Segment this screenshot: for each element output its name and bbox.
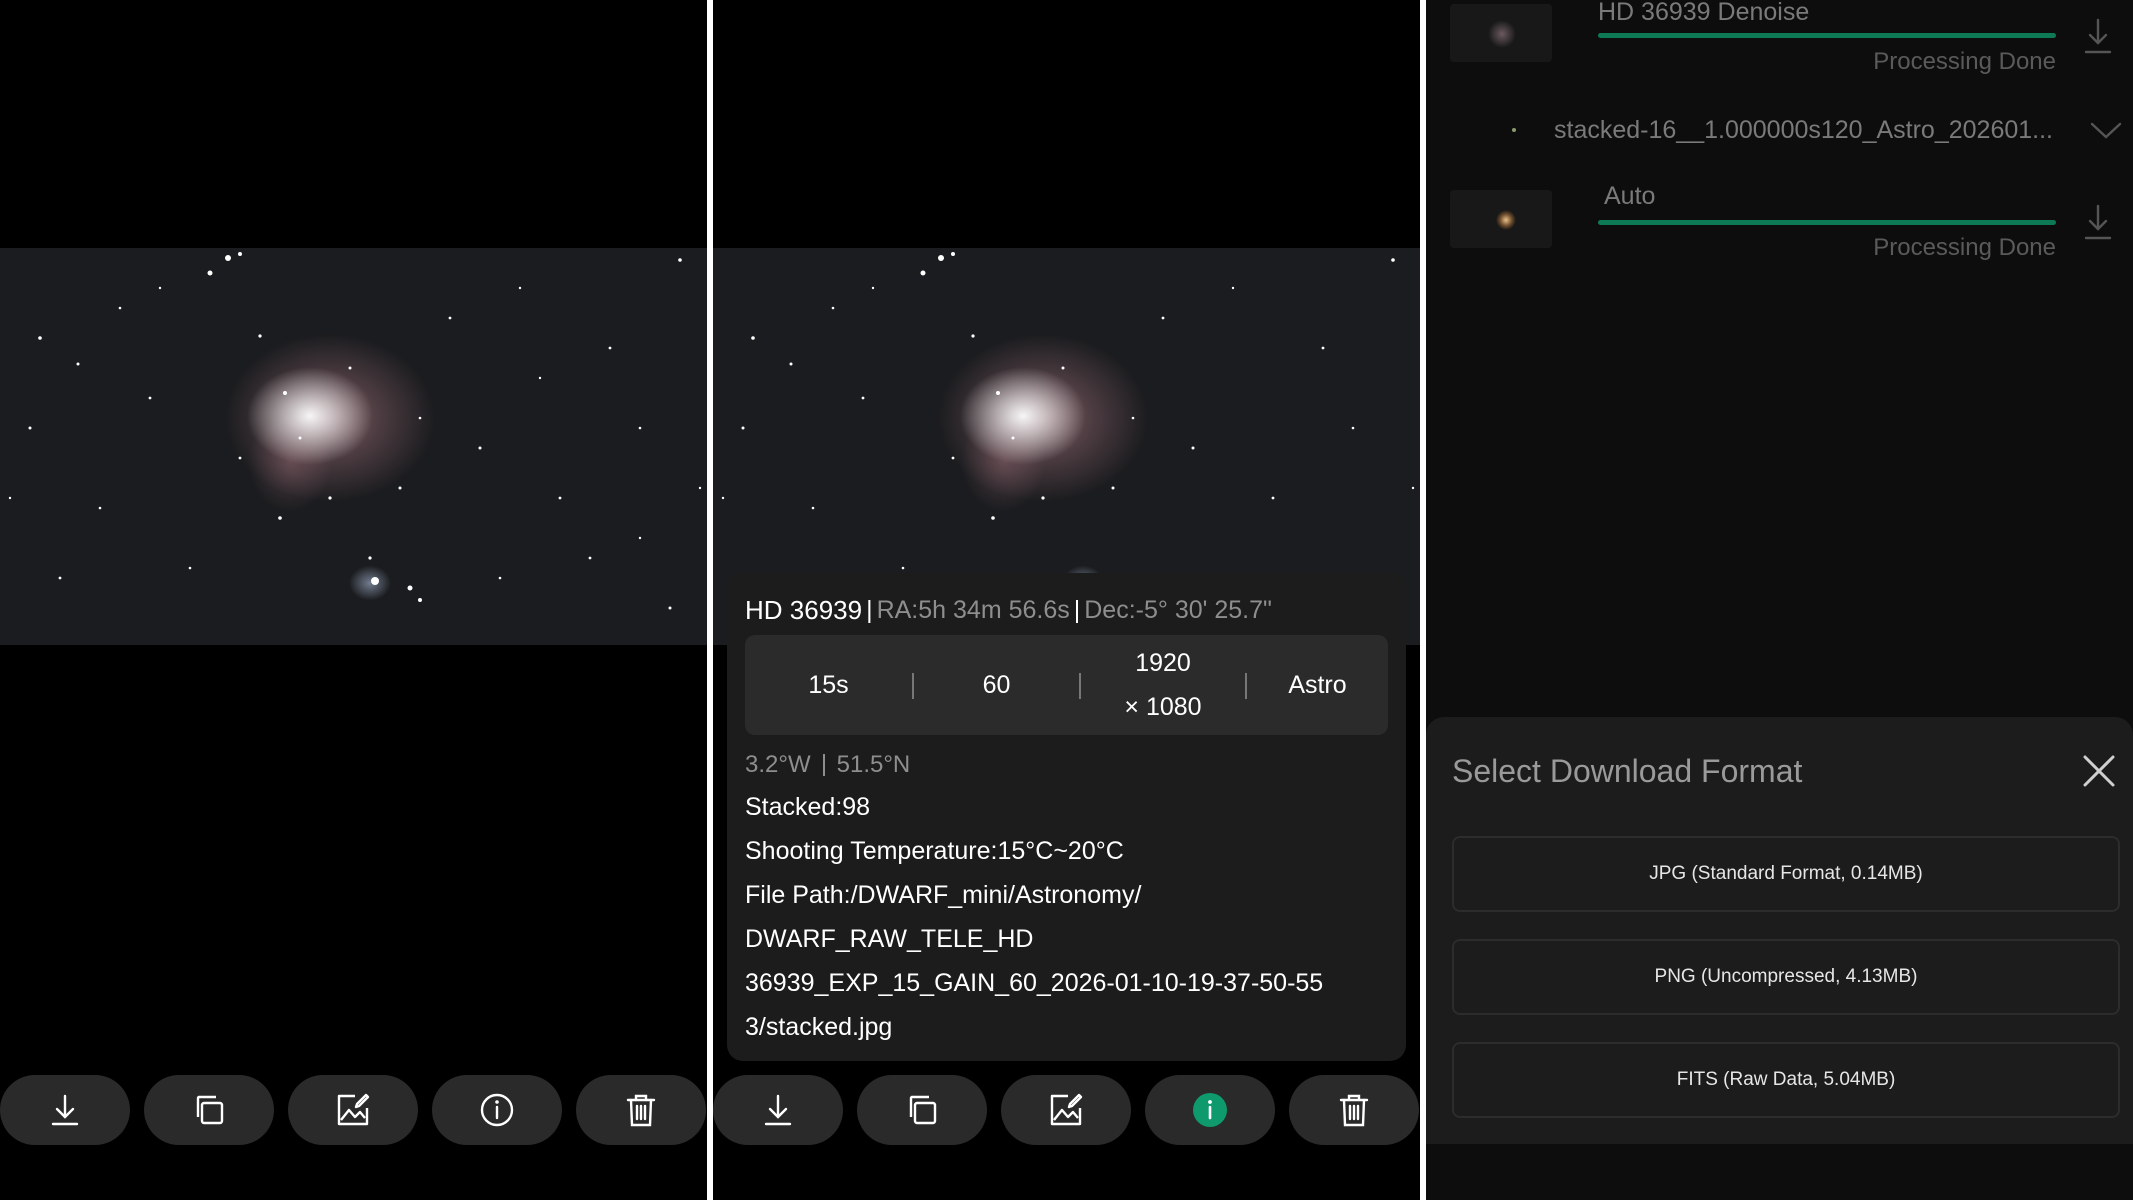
list-item[interactable]: HD 36939 Denoise Processing Done [1450,0,2112,80]
image-viewer-panel [0,0,707,1200]
close-icon[interactable] [2079,751,2119,791]
trash-icon [1339,1094,1369,1127]
thumbnail [1450,4,1552,62]
edit-image-button[interactable] [1001,1075,1131,1145]
download-format-sheet: Select Download Format JPG (Standard For… [1426,717,2133,1144]
trash-icon [626,1094,656,1127]
copy-button[interactable] [144,1075,274,1145]
file-path-line: DWARF_RAW_TELE_HD [745,925,1034,953]
download-icon [764,1094,792,1126]
copy-button[interactable] [857,1075,987,1145]
item-title: HD 36939 Denoise [1598,0,1810,26]
info-icon [1193,1093,1227,1127]
exposure-value: 15s [808,671,849,699]
coords-divider [822,754,825,776]
header-separator: | [1073,595,1081,624]
bottom-toolbar [0,1075,707,1145]
delete-button[interactable] [1289,1075,1419,1145]
mode-value: Astro [1288,671,1347,699]
info-button-active[interactable] [1145,1075,1275,1145]
star-field [8,252,702,610]
sheet-title: Select Download Format [1452,753,1803,789]
copy-icon [196,1095,224,1125]
resolution-height: × 1080 [1124,693,1202,721]
chevron-down-icon[interactable] [2090,120,2122,140]
edit-image-button[interactable] [288,1075,418,1145]
resolution-width: 1920 [1135,649,1191,677]
location-coordinates: 3.2°W 51.5°N [745,751,910,779]
latitude: 51.5°N [836,751,911,778]
thumbnail [1450,190,1552,248]
format-option-png[interactable]: PNG (Uncompressed, 4.13MB) [1452,939,2120,1015]
download-icon[interactable] [2080,202,2116,242]
thumbnail [1512,128,1516,132]
format-option-fits[interactable]: FITS (Raw Data, 5.04MB) [1452,1042,2120,1118]
stacked-count: Stacked:98 [745,793,871,821]
image-info-popup: HD 36939 | RA:5h 34m 56.6s | Dec:-5° 30'… [727,573,1406,1061]
progress-bar [1598,220,2056,225]
format-option-jpg[interactable]: JPG (Standard Format, 0.14MB) [1452,836,2120,912]
item-status: Processing Done [1873,234,2056,261]
shooting-temperature: Shooting Temperature:15°C~20°C [745,837,1124,865]
download-icon[interactable] [2080,16,2116,56]
copy-icon [909,1095,937,1125]
nebula-photo [0,248,707,645]
list-item[interactable]: stacked-16__1.000000s120_Astro_202601... [1450,100,2122,160]
file-path-line: File Path:/DWARF_mini/Astronomy/ [745,881,1142,909]
capture-stats: 15s 60 1920 × 1080 Astro [745,635,1388,735]
progress-bar [1598,33,2056,38]
item-status: Processing Done [1873,48,2056,75]
gain-value: 60 [982,671,1011,699]
download-button[interactable] [713,1075,843,1145]
bottom-toolbar [713,1075,1420,1145]
info-icon [480,1093,514,1127]
right-ascension: RA:5h 34m 56.6s [876,595,1070,624]
list-item[interactable]: Auto Processing Done [1450,180,2112,261]
delete-button[interactable] [576,1075,706,1145]
edit-image-icon [337,1093,370,1126]
declination: Dec:-5° 30' 25.7" [1084,595,1272,624]
download-list-panel: HD 36939 Denoise Processing Done stacked… [1426,0,2133,1200]
download-button[interactable] [0,1075,130,1145]
resolution-value: 1920 × 1080 [1081,635,1245,735]
file-path-line: 36939_EXP_15_GAIN_60_2026-01-10-19-37-50… [745,969,1324,997]
longitude: 3.2°W [745,751,811,778]
download-icon [51,1094,79,1126]
info-button[interactable] [432,1075,562,1145]
edit-image-icon [1050,1093,1083,1126]
file-path-line: 3/stacked.jpg [745,1013,893,1041]
item-title: Auto [1604,182,1656,210]
target-name: HD 36939 [745,594,863,625]
item-title: stacked-16__1.000000s120_Astro_202601... [1554,116,2053,144]
target-header: HD 36939 | RA:5h 34m 56.6s | Dec:-5° 30'… [745,593,1272,627]
image-info-panel: HD 36939 | RA:5h 34m 56.6s | Dec:-5° 30'… [713,0,1420,1200]
header-separator: | [866,595,873,624]
